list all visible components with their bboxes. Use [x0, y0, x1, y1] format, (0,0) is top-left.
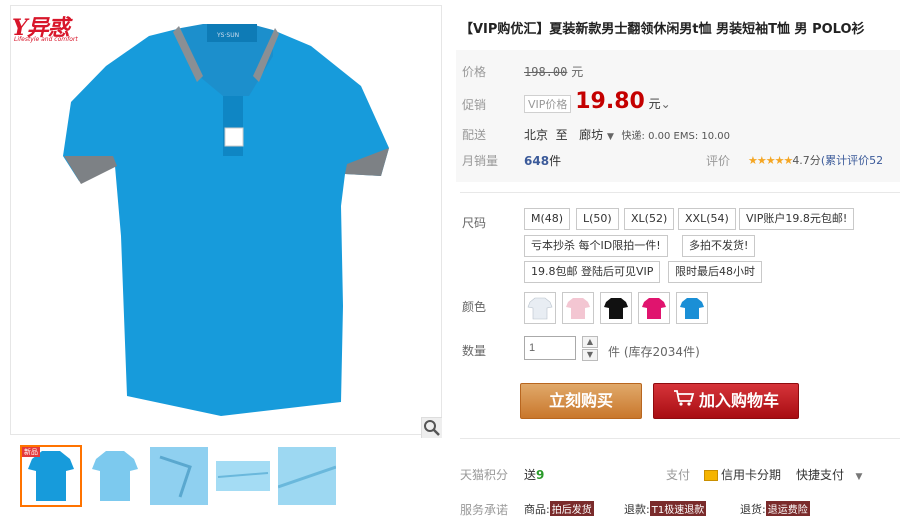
quantity-label: 数量: [462, 344, 487, 358]
vip-badge: VIP价格: [524, 95, 572, 113]
zoom-icon[interactable]: [421, 417, 442, 438]
service-item-2: 退款: T1极速退款: [624, 501, 707, 516]
note-option-4[interactable]: 限时最后48小时: [668, 261, 762, 283]
brand-tagline: Lifestyle and comfort: [14, 36, 78, 43]
thumbnail-3[interactable]: [150, 447, 208, 505]
quantity-input[interactable]: [524, 336, 576, 360]
divider: [460, 438, 900, 439]
product-gallery: YS·SUN Y异惑 Lifestyle and comfort 新品: [0, 0, 446, 521]
quantity-decrement-button[interactable]: ▼: [582, 349, 598, 361]
color-swatch-white[interactable]: [524, 292, 556, 324]
service-item-1: 商品: 拍后发货: [524, 501, 594, 516]
product-title: 【VIP购优汇】夏装新款男士翻领休闲男t恤 男装短袖T恤 男 POLO衫: [460, 22, 865, 37]
stock-info: 件 (库存2034件): [608, 345, 700, 359]
sales-count: 648件: [524, 154, 562, 168]
buy-now-button[interactable]: 立刻购买: [520, 383, 642, 419]
size-label: 尺码: [462, 216, 487, 230]
color-swatch-black[interactable]: [600, 292, 632, 324]
rating-label: 评价: [706, 154, 731, 168]
divider: [460, 192, 900, 193]
credit-card-icon: [704, 470, 718, 481]
color-swatch-magenta[interactable]: [638, 292, 670, 324]
price-block: 价格 198.00 元 促销 VIP价格 19.80 元⌄ 配送 北京 至 廊坊…: [456, 50, 900, 182]
color-swatch-blue[interactable]: [676, 292, 708, 324]
thumbnail-4[interactable]: [214, 447, 272, 505]
shipping-label: 配送: [462, 128, 487, 142]
dropdown-arrow-icon: ▼: [855, 472, 863, 482]
service-label: 服务承诺: [460, 503, 509, 517]
credit-installment[interactable]: 信用卡分期: [704, 466, 781, 483]
new-badge: 新品: [22, 447, 40, 457]
collar-label-text: YS·SUN: [216, 32, 239, 39]
express-pay[interactable]: 快捷支付 ▼: [796, 466, 862, 483]
main-product-image[interactable]: YS·SUN: [10, 5, 442, 435]
promo-price: VIP价格 19.80 元⌄: [524, 89, 671, 114]
sales-label: 月销量: [462, 154, 499, 168]
dropdown-arrow-icon: ▼: [606, 132, 614, 142]
service-item-3: 退货: 退运费险: [740, 501, 810, 516]
shipping-info: 北京 至 廊坊 ▼ 快递: 0.00 EMS: 10.00: [524, 128, 730, 142]
note-option-1[interactable]: 亏本抄杀 每个ID限拍一件!: [524, 235, 668, 257]
sale-price: 19.80: [575, 89, 645, 114]
rating[interactable]: ★★★★★4.7分(累计评价52: [748, 152, 883, 168]
destination-select[interactable]: 廊坊 ▼: [579, 128, 614, 142]
thumbnail-2[interactable]: [86, 447, 144, 505]
thumbnail-1[interactable]: 新品: [20, 445, 82, 507]
add-to-cart-button[interactable]: 加入购物车: [653, 383, 799, 419]
chevron-down-icon[interactable]: ⌄: [661, 97, 671, 111]
points-label: 天猫积分: [460, 468, 509, 482]
pay-label: 支付: [666, 468, 691, 482]
note-option-2[interactable]: 多拍不发货!: [682, 235, 756, 257]
price-label: 价格: [462, 65, 487, 79]
points-value: 送9: [524, 468, 545, 482]
color-label: 颜色: [462, 300, 487, 314]
product-info: 【VIP购优汇】夏装新款男士翻领休闲男t恤 男装短袖T恤 男 POLO衫 价格 …: [446, 0, 900, 521]
shirt-image: YS·SUN: [63, 24, 389, 416]
size-option-xl[interactable]: XL(52): [624, 208, 675, 230]
size-option-xxl[interactable]: XXL(54): [678, 208, 736, 230]
size-option-l[interactable]: L(50): [576, 208, 619, 230]
quantity-increment-button[interactable]: ▲: [582, 336, 598, 348]
size-option-vip[interactable]: VIP账户19.8元包邮!: [739, 208, 855, 230]
size-option-m[interactable]: M(48): [524, 208, 571, 230]
note-option-3[interactable]: 19.8包邮 登陆后可见VIP: [524, 261, 661, 283]
promo-label: 促销: [462, 98, 487, 112]
cart-icon: [673, 385, 695, 419]
star-rating-icon: ★★★★★: [748, 154, 793, 167]
thumbnail-5[interactable]: [278, 447, 336, 505]
color-swatch-pink[interactable]: [562, 292, 594, 324]
original-price: 198.00 元: [524, 65, 584, 79]
